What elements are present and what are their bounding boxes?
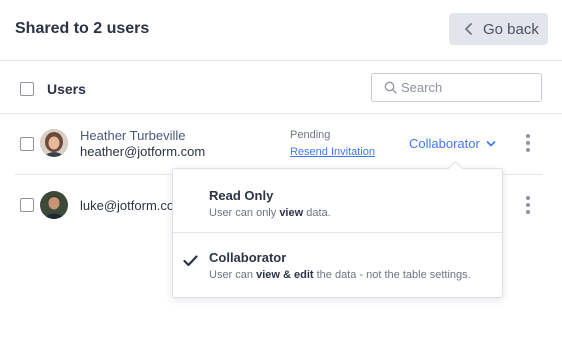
users-column-header: Users bbox=[47, 81, 86, 97]
search-input[interactable] bbox=[401, 80, 531, 95]
table-header: Users bbox=[0, 62, 562, 114]
role-option-read-only[interactable]: Read Only User can only view data. bbox=[173, 169, 502, 233]
role-label: Collaborator bbox=[409, 136, 480, 151]
chevron-down-icon bbox=[486, 140, 496, 146]
role-option-title: Collaborator bbox=[209, 250, 287, 265]
avatar bbox=[40, 129, 68, 157]
page-title: Shared to 2 users bbox=[15, 20, 150, 37]
go-back-button[interactable]: Go back bbox=[449, 13, 548, 45]
role-option-title: Read Only bbox=[209, 188, 274, 203]
resend-invitation-link[interactable]: Resend Invitation bbox=[290, 146, 375, 158]
more-vertical-icon[interactable] bbox=[523, 133, 533, 153]
row-checkbox[interactable] bbox=[20, 198, 34, 212]
go-back-label: Go back bbox=[483, 20, 539, 38]
panel-header: Shared to 2 users Go back bbox=[0, 0, 562, 61]
role-option-description: User can only view data. bbox=[209, 207, 331, 219]
user-name: Heather Turbeville bbox=[80, 128, 186, 143]
role-option-collaborator[interactable]: Collaborator User can view & edit the da… bbox=[173, 234, 502, 298]
select-all-checkbox[interactable] bbox=[20, 82, 34, 96]
more-vertical-icon[interactable] bbox=[523, 195, 533, 215]
role-option-description: User can view & edit the data - not the … bbox=[209, 269, 471, 281]
avatar bbox=[40, 191, 68, 219]
user-email: luke@jotform.com bbox=[80, 198, 185, 213]
user-email: heather@jotform.com bbox=[80, 144, 206, 159]
status-text: Pending bbox=[290, 129, 331, 141]
search-icon bbox=[384, 81, 397, 94]
role-menu: Read Only User can only view data. Colla… bbox=[172, 160, 503, 298]
check-icon bbox=[183, 255, 198, 267]
row-checkbox[interactable] bbox=[20, 137, 34, 151]
role-dropdown[interactable]: Collaborator bbox=[409, 136, 496, 151]
table-row: Heather Turbeville heather@jotform.com P… bbox=[15, 115, 543, 175]
chevron-left-icon bbox=[465, 23, 472, 35]
search-box[interactable] bbox=[371, 73, 542, 102]
